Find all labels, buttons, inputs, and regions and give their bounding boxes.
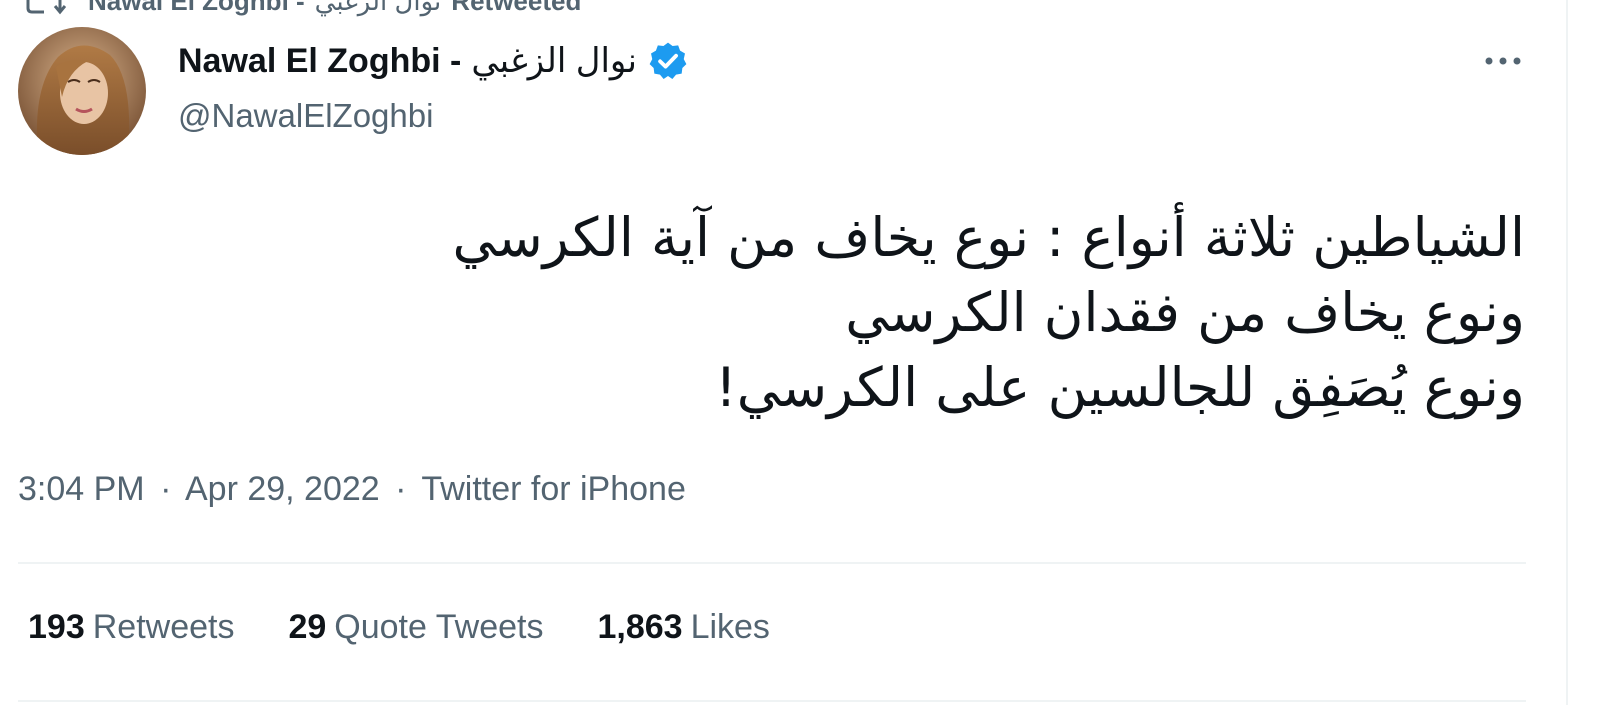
tweet-date[interactable]: Apr 29, 2022	[185, 470, 380, 508]
more-options-icon	[1483, 53, 1523, 71]
likes-label: Likes	[690, 608, 770, 646]
likes-count: 1,863	[597, 608, 683, 646]
tweet-text: الشياطين ثلاثة أنواع : نوع يخاف من آية ا…	[225, 200, 1525, 425]
quote-tweets-label: Quote Tweets	[334, 608, 544, 646]
quote-tweets-count: 29	[288, 608, 327, 646]
quote-tweets-stat[interactable]: 29 Quote Tweets	[288, 608, 543, 647]
tweet-text-line: ونوع يخاف من فقدان الكرسي	[845, 281, 1525, 344]
tweet-meta: 3:04 PM · Apr 29, 2022 · Twitter for iPh…	[18, 470, 686, 509]
author-name[interactable]: Nawal El Zoghbi - نوال الزغبي	[178, 40, 689, 82]
retweets-label: Retweets	[92, 608, 235, 646]
author-name-arabic: نوال الزغبي	[471, 42, 637, 80]
retweets-stat[interactable]: 193 Retweets	[28, 608, 234, 647]
likes-stat[interactable]: 1,863 Likes	[597, 608, 769, 647]
author-name-latin: Nawal El Zoghbi -	[178, 41, 462, 80]
tweet-text-line: الشياطين ثلاثة أنواع : نوع يخاف من آية ا…	[452, 206, 1525, 269]
retweet-context[interactable]: Nawal El Zoghbi - نوال الزغبي Retweeted	[22, 0, 581, 16]
tweet-time[interactable]: 3:04 PM	[18, 470, 145, 508]
tweet-source[interactable]: Twitter for iPhone	[421, 470, 686, 508]
meta-separator: ·	[160, 470, 172, 508]
meta-separator: ·	[395, 470, 407, 508]
avatar[interactable]	[18, 27, 146, 155]
retweet-context-text: Nawal El Zoghbi - نوال الزغبي Retweeted	[88, 0, 581, 17]
more-options-button[interactable]	[1478, 44, 1528, 80]
retweet-icon	[22, 0, 67, 16]
verified-badge-icon	[647, 40, 689, 82]
tweet-stats: 193 Retweets 29 Quote Tweets 1,863 Likes	[28, 608, 770, 647]
column-border	[1566, 0, 1568, 705]
tweet-page: Nawal El Zoghbi - نوال الزغبي Retweeted	[0, 0, 1600, 705]
retweet-context-label: Retweeted	[451, 0, 582, 16]
tweet-text-line: ونوع يُصَفِق للجالسين على الكرسي!	[715, 356, 1525, 419]
divider	[18, 562, 1526, 564]
divider	[18, 700, 1526, 702]
retweet-context-name: Nawal El Zoghbi -	[88, 0, 305, 16]
retweet-context-name-arabic: نوال الزغبي	[314, 0, 442, 16]
author-handle[interactable]: @NawalElZoghbi	[178, 97, 433, 135]
retweets-count: 193	[28, 608, 85, 646]
